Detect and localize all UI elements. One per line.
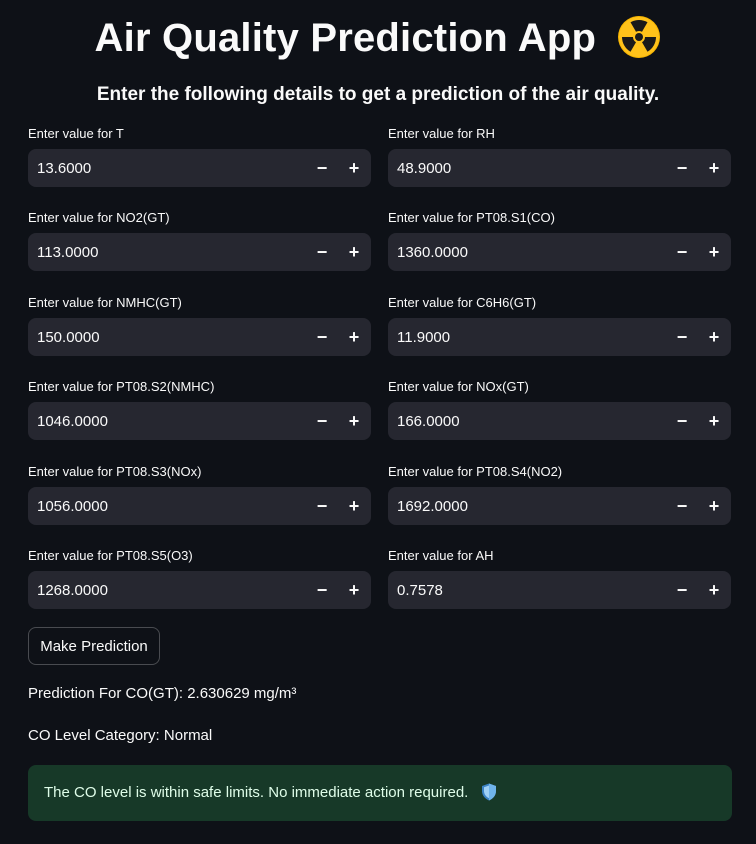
field-label: Enter value for PT08.S3(NOx) <box>28 464 202 479</box>
field-label: Enter value for PT08.S4(NO2) <box>388 464 563 479</box>
number-input-box: − + <box>28 571 371 609</box>
radioactive-icon <box>618 16 661 59</box>
number-input-box: − + <box>28 233 371 271</box>
pt08-s5-input[interactable] <box>37 571 297 609</box>
increment-button[interactable]: + <box>338 149 370 187</box>
decrement-button[interactable]: − <box>306 318 338 356</box>
decrement-button[interactable]: − <box>666 402 698 440</box>
field-label: Enter value for RH <box>388 126 495 141</box>
ah-input[interactable] <box>397 571 657 609</box>
no2-input[interactable] <box>37 233 297 271</box>
nox-input[interactable] <box>397 402 657 440</box>
number-input-box: − + <box>28 149 371 187</box>
increment-button[interactable]: + <box>698 571 730 609</box>
pt08-s2-input[interactable] <box>37 402 297 440</box>
t-input[interactable] <box>37 149 297 187</box>
make-prediction-button[interactable]: Make Prediction <box>28 627 160 665</box>
field-label: Enter value for PT08.S5(O3) <box>28 548 193 563</box>
pt08-s1-input[interactable] <box>397 233 657 271</box>
field-label: Enter value for NO2(GT) <box>28 210 170 225</box>
field-pt08-s1: Enter value for PT08.S1(CO) − + <box>388 209 731 293</box>
decrement-button[interactable]: − <box>666 571 698 609</box>
alert-text: The CO level is within safe limits. No i… <box>44 784 469 801</box>
field-label: Enter value for NMHC(GT) <box>28 295 182 310</box>
decrement-button[interactable]: − <box>306 233 338 271</box>
increment-button[interactable]: + <box>338 233 370 271</box>
field-label: Enter value for PT08.S1(CO) <box>388 210 555 225</box>
number-input-box: − + <box>388 149 731 187</box>
increment-button[interactable]: + <box>698 318 730 356</box>
rh-input[interactable] <box>397 149 657 187</box>
decrement-button[interactable]: − <box>666 233 698 271</box>
field-label: Enter value for PT08.S2(NMHC) <box>28 379 215 394</box>
increment-button[interactable]: + <box>698 402 730 440</box>
c6h6-input[interactable] <box>397 318 657 356</box>
field-label: Enter value for AH <box>388 548 494 563</box>
page-title: Air Quality Prediction App <box>0 12 756 64</box>
number-input-box: − + <box>388 571 731 609</box>
pt08-s4-input[interactable] <box>397 487 657 525</box>
number-input-box: − + <box>28 318 371 356</box>
number-input-box: − + <box>388 402 731 440</box>
field-nox: Enter value for NOx(GT) − + <box>388 378 731 462</box>
field-pt08-s2: Enter value for PT08.S2(NMHC) − + <box>28 378 371 462</box>
field-label: Enter value for T <box>28 126 124 141</box>
nmhc-input[interactable] <box>37 318 297 356</box>
field-label: Enter value for C6H6(GT) <box>388 295 537 310</box>
number-input-box: − + <box>388 487 731 525</box>
decrement-button[interactable]: − <box>306 487 338 525</box>
field-pt08-s3: Enter value for PT08.S3(NOx) − + <box>28 463 371 547</box>
field-pt08-s5: Enter value for PT08.S5(O3) − + <box>28 547 371 631</box>
field-nmhc: Enter value for NMHC(GT) − + <box>28 294 371 378</box>
field-c6h6: Enter value for C6H6(GT) − + <box>388 294 731 378</box>
field-ah: Enter value for AH − + <box>388 547 731 631</box>
decrement-button[interactable]: − <box>306 149 338 187</box>
decrement-button[interactable]: − <box>666 318 698 356</box>
alert-message: The CO level is within safe limits. No i… <box>44 783 497 803</box>
increment-button[interactable]: + <box>338 402 370 440</box>
prediction-result: Prediction For CO(GT): 2.630629 mg/m³ <box>28 685 297 702</box>
number-input-box: − + <box>388 318 731 356</box>
increment-button[interactable]: + <box>338 318 370 356</box>
co-level-category: CO Level Category: Normal <box>28 727 213 744</box>
number-input-box: − + <box>388 233 731 271</box>
page-title-text: Air Quality Prediction App <box>94 16 597 60</box>
increment-button[interactable]: + <box>698 233 730 271</box>
increment-button[interactable]: + <box>698 487 730 525</box>
success-alert: The CO level is within safe limits. No i… <box>28 765 732 821</box>
field-t: Enter value for T − + <box>28 125 371 209</box>
field-rh: Enter value for RH − + <box>388 125 731 209</box>
field-label: Enter value for NOx(GT) <box>388 379 529 394</box>
increment-button[interactable]: + <box>698 149 730 187</box>
field-no2: Enter value for NO2(GT) − + <box>28 209 371 293</box>
page-subtitle: Enter the following details to get a pre… <box>96 84 660 105</box>
increment-button[interactable]: + <box>338 487 370 525</box>
number-input-box: − + <box>28 487 371 525</box>
increment-button[interactable]: + <box>338 571 370 609</box>
decrement-button[interactable]: − <box>306 402 338 440</box>
decrement-button[interactable]: − <box>306 571 338 609</box>
decrement-button[interactable]: − <box>666 487 698 525</box>
number-input-box: − + <box>28 402 371 440</box>
shield-icon <box>481 783 496 801</box>
decrement-button[interactable]: − <box>666 149 698 187</box>
field-pt08-s4: Enter value for PT08.S4(NO2) − + <box>388 463 731 547</box>
pt08-s3-input[interactable] <box>37 487 297 525</box>
